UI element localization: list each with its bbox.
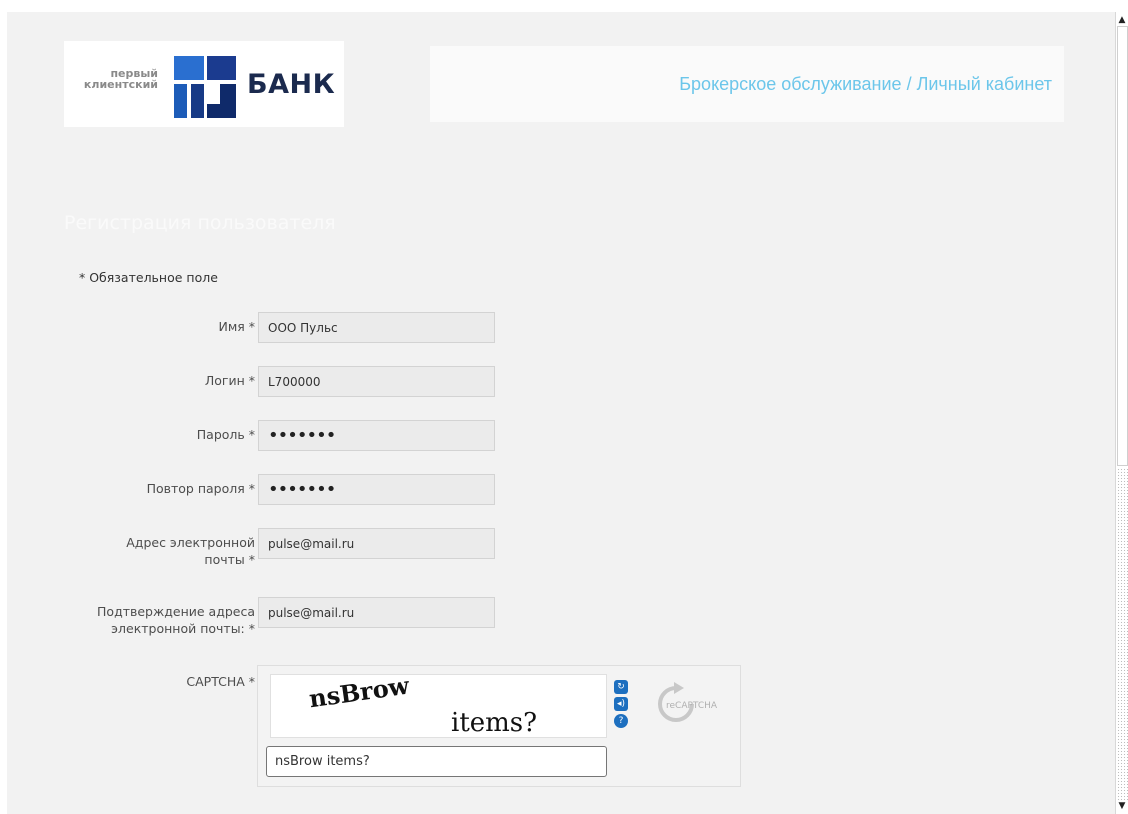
help-icon[interactable]: ? [614,714,628,728]
scroll-up-icon[interactable]: ▲ [1116,14,1128,26]
recaptcha-logo: reCAPTCHA [658,682,718,722]
required-field-note: * Обязательное поле [79,270,218,285]
password-repeat-input[interactable] [258,474,495,505]
email-confirm-input[interactable] [258,597,495,628]
recaptcha-brand-text: reCAPTCHA [666,701,718,711]
captcha-word-1: nsBrow [307,675,412,713]
logo-small-text: первый клиентский [83,67,158,91]
scroll-down-icon[interactable]: ▼ [1116,800,1128,812]
captcha-widget: nsBrow items? ↻ ◂) ? reCAPTCHA [257,665,741,787]
vertical-scrollbar[interactable] [1115,12,1128,814]
bank-logo[interactable]: первый клиентский БАНК [64,41,344,127]
logo-subtitle: первый клиентский [70,68,158,90]
captcha-word-2: items? [451,708,537,737]
audio-icon[interactable]: ◂) [614,697,628,711]
name-label: Имя * [218,319,255,334]
email-confirm-label: Подтверждение адреса электронной почты: … [97,604,255,636]
name-input[interactable] [258,312,495,343]
page-title: Регистрация пользователя [64,212,336,234]
captcha-image-text: nsBrow items? [307,670,537,738]
refresh-icon[interactable]: ↻ [614,680,628,694]
header-bar: Брокерское обслуживание / Личный кабинет [430,46,1064,122]
logo-mark-icon [174,56,236,118]
captcha-label: CAPTCHA * [186,674,255,689]
captcha-answer-input[interactable] [266,746,607,777]
brokerage-cabinet-link[interactable]: Брокерское обслуживание / Личный кабинет [679,74,1052,95]
email-label: Адрес электронной почты * [126,535,255,567]
password-input[interactable] [258,420,495,451]
email-input[interactable] [258,528,495,559]
scrollbar-track[interactable] [1117,468,1128,802]
login-input[interactable] [258,366,495,397]
login-label: Логин * [204,373,255,388]
logo-bank-text: БАНК [247,69,336,100]
password-label: Пароль * [196,427,255,442]
scrollbar-thumb[interactable] [1117,26,1128,466]
captcha-image: nsBrow items? [270,670,607,738]
password-repeat-label: Повтор пароля * [146,481,255,496]
